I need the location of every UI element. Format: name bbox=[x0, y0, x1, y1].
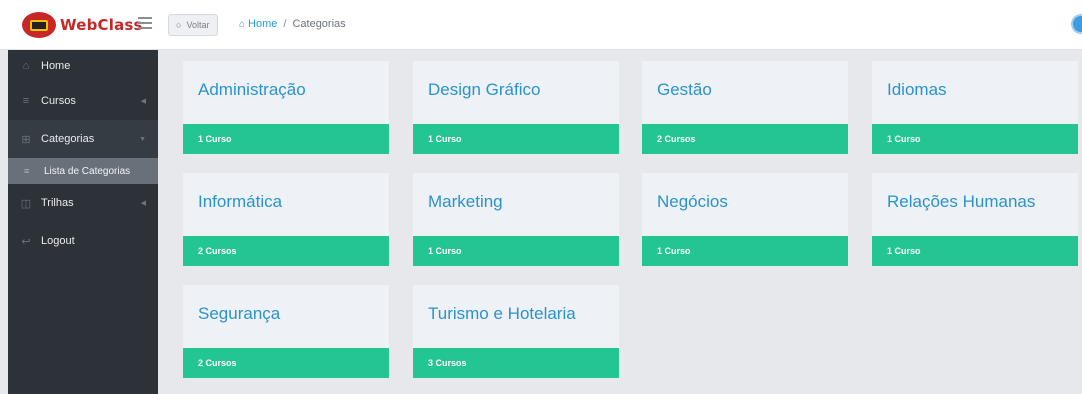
category-title: Administração bbox=[198, 80, 306, 99]
logo-badge-icon bbox=[22, 12, 56, 38]
category-card-marketing[interactable]: Marketing 1 Curso bbox=[413, 173, 619, 266]
breadcrumb-current: Categorias bbox=[292, 18, 346, 30]
category-card-gestao[interactable]: Gestão 2 Cursos bbox=[642, 61, 848, 154]
list-icon: ≡ bbox=[22, 95, 30, 107]
sidebar-item-categorias[interactable]: ⊞ Categorias ▼ bbox=[8, 120, 158, 158]
category-card-seguranca[interactable]: Segurança 2 Cursos bbox=[183, 285, 389, 378]
back-circle-icon: ○ bbox=[176, 20, 182, 30]
category-title: Marketing bbox=[428, 192, 503, 211]
category-title: Gestão bbox=[657, 80, 712, 99]
user-avatar-icon[interactable] bbox=[1071, 14, 1082, 34]
sidebar-item-label: Home bbox=[41, 60, 71, 72]
logo-text: WebClass bbox=[60, 16, 143, 34]
chevron-down-icon: ▼ bbox=[139, 135, 146, 143]
grid-icon: ⊞ bbox=[21, 133, 31, 146]
breadcrumb-separator: / bbox=[283, 18, 287, 30]
chevron-left-icon: ◀ bbox=[140, 200, 146, 207]
sidebar-item-logout[interactable]: ↩ Logout bbox=[8, 222, 158, 260]
category-course-count: 1 Curso bbox=[183, 124, 389, 154]
back-button-label: Voltar bbox=[186, 20, 210, 30]
home-icon: ⌂ bbox=[239, 18, 246, 30]
sidebar-item-label: Categorias bbox=[41, 133, 95, 145]
sidebar-item-label: Cursos bbox=[41, 95, 76, 107]
category-card-administracao[interactable]: Administração 1 Curso bbox=[183, 61, 389, 154]
category-card-turismo-e-hotelaria[interactable]: Turismo e Hotelaria 3 Cursos bbox=[413, 285, 619, 378]
category-card-informatica[interactable]: Informática 2 Cursos bbox=[183, 173, 389, 266]
category-card-idiomas[interactable]: Idiomas 1 Curso bbox=[872, 61, 1078, 154]
category-title: Informática bbox=[198, 192, 283, 211]
sidebar-item-cursos[interactable]: ≡ Cursos ◀ bbox=[8, 82, 158, 120]
sidebar: ⌂ Home ≡ Cursos ◀ ⊞ Categorias ▼ ≡ Lista… bbox=[8, 50, 158, 394]
category-course-count: 2 Cursos bbox=[183, 348, 389, 378]
sidebar-item-label: Trilhas bbox=[41, 197, 74, 209]
top-navbar: WebClass ○ Voltar ⌂ Home / Categorias bbox=[0, 0, 1082, 50]
list-icon: ≡ bbox=[24, 166, 30, 176]
category-course-count: 1 Curso bbox=[872, 236, 1078, 266]
breadcrumb: ⌂ Home / Categorias bbox=[239, 18, 346, 30]
category-course-count: 1 Curso bbox=[642, 236, 848, 266]
category-title: Design Gráfico bbox=[428, 80, 541, 99]
category-course-count: 1 Curso bbox=[413, 236, 619, 266]
webclass-logo[interactable]: WebClass bbox=[22, 12, 143, 38]
category-title: Idiomas bbox=[887, 80, 947, 99]
sidebar-item-label: Lista de Categorias bbox=[44, 165, 131, 177]
category-course-count: 2 Cursos bbox=[642, 124, 848, 154]
category-title: Negócios bbox=[657, 192, 728, 211]
breadcrumb-home-link[interactable]: ⌂ Home bbox=[239, 18, 277, 30]
sidebar-subitem-lista-de-categorias[interactable]: ≡ Lista de Categorias bbox=[8, 158, 158, 184]
category-course-count: 3 Cursos bbox=[413, 348, 619, 378]
logout-icon: ↩ bbox=[21, 235, 31, 248]
back-button[interactable]: ○ Voltar bbox=[168, 14, 219, 36]
category-card-design-grafico[interactable]: Design Gráfico 1 Curso bbox=[413, 61, 619, 154]
category-card-relacoes-humanas[interactable]: Relações Humanas 1 Curso bbox=[872, 173, 1078, 266]
category-course-count: 2 Cursos bbox=[183, 236, 389, 266]
category-title: Turismo e Hotelaria bbox=[428, 304, 576, 323]
category-card-negocios[interactable]: Negócios 1 Curso bbox=[642, 173, 848, 266]
sidebar-item-label: Logout bbox=[41, 235, 75, 247]
sidebar-item-home[interactable]: ⌂ Home bbox=[8, 50, 158, 82]
home-icon: ⌂ bbox=[22, 60, 30, 72]
chevron-left-icon: ◀ bbox=[140, 98, 146, 105]
category-course-count: 1 Curso bbox=[872, 124, 1078, 154]
category-title: Segurança bbox=[198, 304, 281, 323]
columns-icon: ◫ bbox=[20, 197, 32, 210]
category-title: Relações Humanas bbox=[887, 192, 1036, 211]
category-course-count: 1 Curso bbox=[413, 124, 619, 154]
breadcrumb-home-label: Home bbox=[248, 18, 278, 30]
hamburger-icon[interactable] bbox=[138, 17, 152, 29]
sidebar-item-trilhas[interactable]: ◫ Trilhas ◀ bbox=[8, 184, 158, 222]
